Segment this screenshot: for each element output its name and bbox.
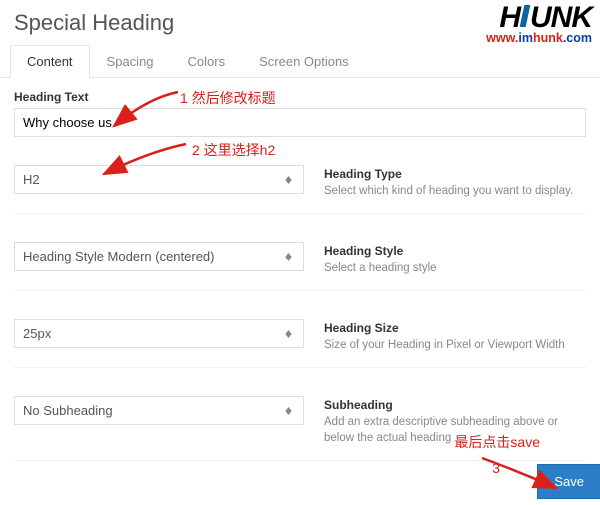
heading-size-select[interactable]: 25px [14,319,304,348]
annotation-4: 3 [492,460,500,476]
heading-size-value: 25px [23,326,281,341]
subheading-value: No Subheading [23,403,281,418]
heading-style-title: Heading Style [324,244,586,258]
updown-icon [281,330,295,338]
heading-size-desc: Size of your Heading in Pixel or Viewpor… [324,337,586,353]
updown-icon [281,176,295,184]
tab-spacing[interactable]: Spacing [90,45,171,78]
heading-text-label: Heading Text [14,90,586,104]
heading-text-input[interactable] [14,108,586,137]
heading-size-title: Heading Size [324,321,586,335]
heading-type-select[interactable]: H2 [14,165,304,194]
tab-content[interactable]: Content [10,45,90,78]
logo-text: HUNK [486,4,592,31]
heading-style-desc: Select a heading style [324,260,586,276]
divider [14,290,586,291]
divider [14,213,586,214]
subheading-select[interactable]: No Subheading [14,396,304,425]
subheading-desc: Add an extra descriptive subheading abov… [324,414,586,446]
tab-screen-options[interactable]: Screen Options [242,45,366,78]
tab-colors[interactable]: Colors [171,45,243,78]
logo: HUNK www.imhunk.com [486,4,592,45]
subheading-title: Subheading [324,398,586,412]
heading-type-title: Heading Type [324,167,586,181]
heading-type-desc: Select which kind of heading you want to… [324,183,586,199]
divider [14,460,586,461]
updown-icon [281,407,295,415]
heading-type-value: H2 [23,172,281,187]
tabs: Content Spacing Colors Screen Options [0,44,600,78]
save-button[interactable]: Save [537,464,600,499]
form-body: Heading Text H2 Heading Type Select whic… [0,78,600,461]
divider [14,367,586,368]
logo-url: www.imhunk.com [486,31,592,45]
heading-style-select[interactable]: Heading Style Modern (centered) [14,242,304,271]
updown-icon [281,253,295,261]
heading-style-value: Heading Style Modern (centered) [23,249,281,264]
